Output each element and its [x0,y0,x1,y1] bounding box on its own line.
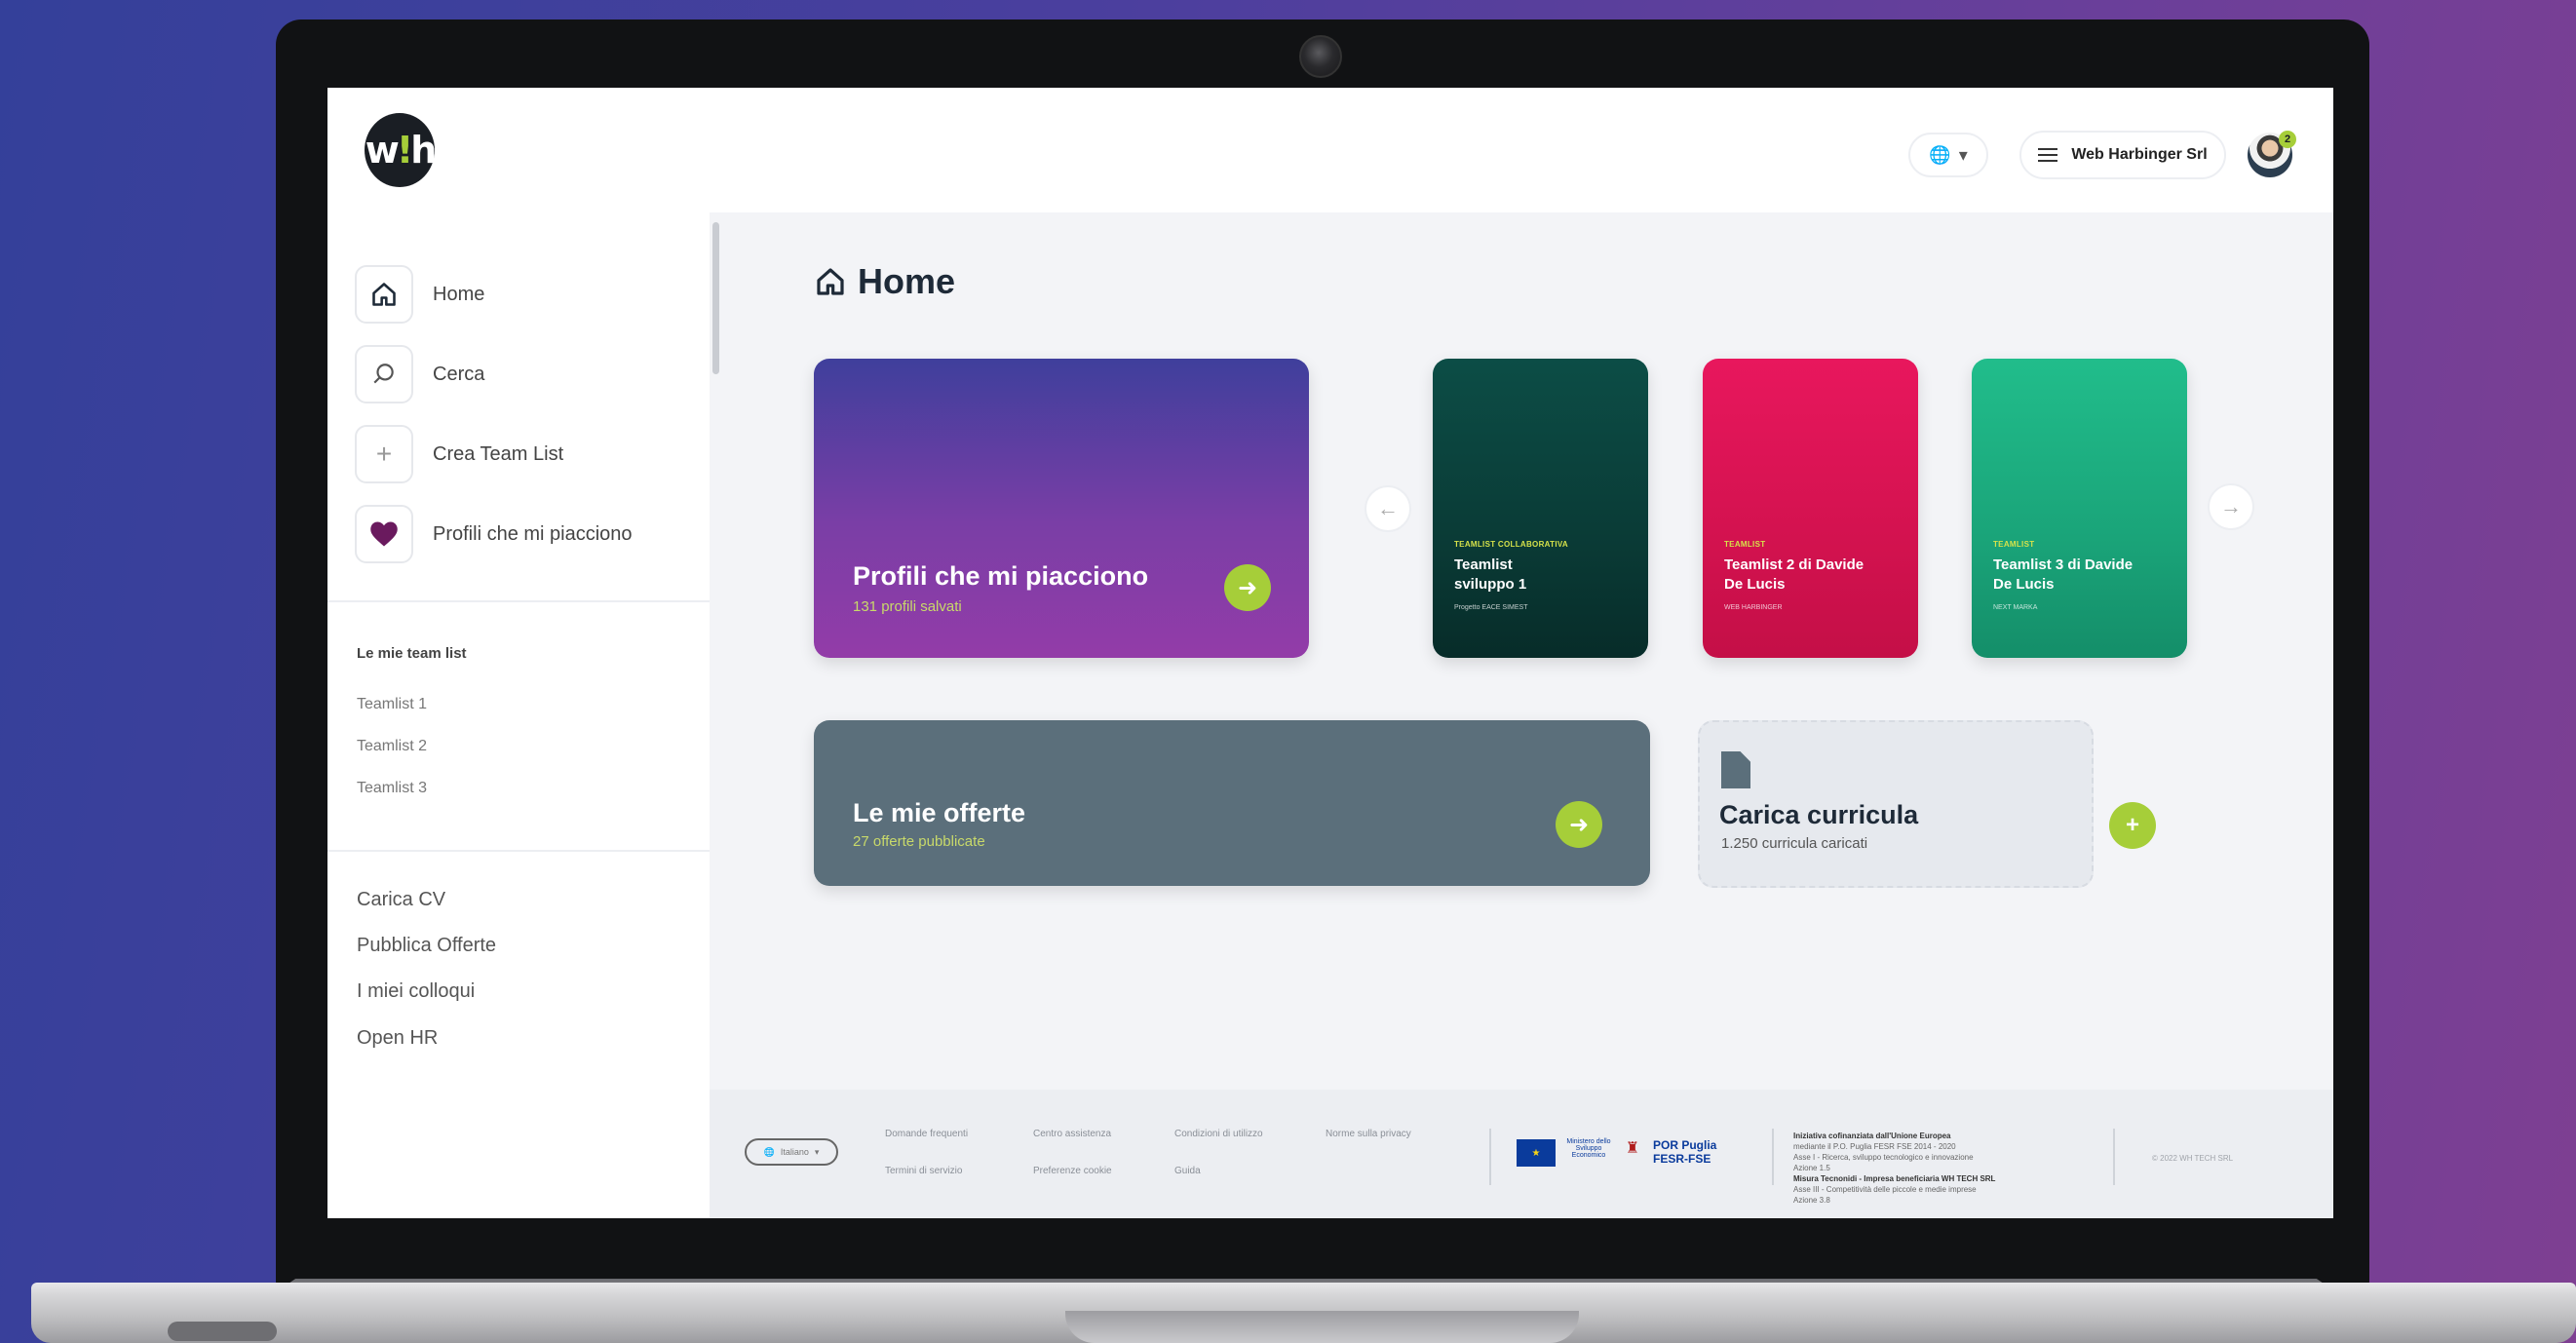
footer-divider [1489,1129,1491,1185]
footer-link-support[interactable]: Centro assistenza [1033,1129,1111,1139]
sidebar-link-upload-cv[interactable]: Carica CV [357,889,445,911]
sidebar-link-publish-offers[interactable]: Pubblica Offerte [357,935,496,957]
sidebar-item-search[interactable]: Cerca [355,345,484,403]
laptop-notch [1065,1311,1579,1343]
add-cv-button[interactable]: + [2109,802,2156,849]
footer-divider [2113,1129,2115,1185]
notification-badge: 2 [2279,131,2296,148]
teamlist-card[interactable]: TEAMLIST Teamlist 2 di Davide De Lucis W… [1703,359,1918,658]
eu-flag-logo: ★ [1517,1139,1556,1167]
funding-info: Iniziativa cofinanziata dall'Unione Euro… [1793,1131,2057,1206]
card-title: Profili che mi piacciono [853,561,1149,591]
funding-line: mediante il P.O. Puglia FESR FSE 2014 - … [1793,1142,1956,1151]
language-label: Italiano [780,1147,809,1157]
arrow-right-icon: → [2220,494,2242,518]
home-icon [817,268,844,295]
sidebar-item-home[interactable]: Home [355,265,484,324]
teamlist-meta: Progetto EACE SIMEST [1454,604,1528,611]
teamlist-category: TEAMLIST [1724,540,1766,549]
arrow-right-button[interactable]: ➜ [1556,801,1602,848]
menu-icon [2038,148,2058,162]
sidebar-item-label: Profili che mi piacciono [433,522,633,545]
funding-line: Misura Tecnonidi - Impresa beneficiaria … [1793,1174,1996,1183]
funding-line: Azione 1.5 [1793,1164,1830,1172]
chevron-down-icon: ▾ [1958,144,1968,165]
teamlist-card[interactable]: TEAMLIST Teamlist 3 di Davide De Lucis N… [1972,359,2187,658]
arrow-right-button[interactable]: ➜ [1224,564,1271,611]
liked-profiles-card[interactable]: Profili che mi piacciono 131 profili sal… [814,359,1309,658]
top-bar: w! h 🌐 ▾ Web Harbinger Srl 2 [327,88,2333,212]
sidebar-link-interviews[interactable]: I miei colloqui [357,980,475,1003]
company-name: Web Harbinger Srl [2071,146,2208,163]
footer-divider [1772,1129,1774,1185]
sidebar-scrollbar[interactable] [712,222,719,374]
teamlist-name: Teamlist 3 di Davide De Lucis [1993,556,2134,593]
funding-title: Iniziativa cofinanziata dall'Unione Euro… [1793,1132,1951,1140]
region-puglia-logo: ♜ [1625,1140,1640,1157]
card-subtitle: 1.250 curricula caricati [1721,835,1868,852]
footer-link-guide[interactable]: Guida [1174,1166,1201,1176]
funding-line: Azione 3.8 [1793,1196,1830,1205]
sidebar-item-create-teamlist[interactable]: + Crea Team List [355,425,563,483]
sidebar-item-liked-profiles[interactable]: Profili che mi piacciono [355,505,633,563]
teamlist-name: Teamlist sviluppo 1 [1454,556,1527,593]
card-subtitle: 27 offerte pubblicate [853,833,985,850]
sidebar-link-open-hr[interactable]: Open HR [357,1027,438,1050]
funding-logos: ★ Ministero dello Sviluppo Economico ♜ P… [1517,1138,1727,1168]
footer-link-terms-of-use[interactable]: Condizioni di utilizzo [1174,1129,1263,1139]
footer-link-privacy[interactable]: Norme sulla privacy [1326,1129,1411,1139]
sidebar-item-label: Cerca [433,363,485,385]
teamlist-meta: NEXT MARKA [1993,604,2038,611]
sidebar-divider [327,600,710,602]
teamlist-card[interactable]: TEAMLIST COLLABORATIVA Teamlist sviluppo… [1433,359,1648,658]
footer-link-terms-of-service[interactable]: Termini di servizio [885,1166,962,1176]
sidebar-teamlist-3[interactable]: Teamlist 3 [357,780,427,797]
sidebar-teamlist-1[interactable]: Teamlist 1 [357,696,427,713]
carousel-prev-button[interactable]: ← [1365,485,1411,532]
globe-icon: 🌐 [763,1146,775,1157]
carousel-next-button[interactable]: → [2208,483,2254,530]
plus-icon: + [355,425,413,483]
app-logo[interactable]: w! h [365,113,437,187]
funding-line: Asse III - Competitività delle piccole e… [1793,1185,1977,1194]
sidebar-item-label: Home [433,283,485,305]
teamlist-category: TEAMLIST [1993,540,2035,549]
copyright: © 2022 WH TECH SRL [2152,1154,2234,1163]
upload-cv-card[interactable]: Carica curricula 1.250 curricula caricat… [1698,720,2156,888]
teamlist-category: TEAMLIST COLLABORATIVA [1454,540,1568,549]
footer-link-faq[interactable]: Domande frequenti [885,1129,968,1139]
company-menu-button[interactable]: Web Harbinger Srl [2019,131,2226,179]
sidebar-divider [327,850,710,852]
heart-icon [355,505,413,563]
webcam [1299,35,1342,78]
home-icon [355,265,413,324]
por-puglia-logo: POR Puglia FESR-FSE [1653,1138,1717,1166]
teamlists-heading: Le mie team list [357,645,467,662]
card-title: Le mie offerte [853,798,1026,827]
sidebar-teamlist-2[interactable]: Teamlist 2 [357,738,427,755]
document-icon [1721,751,1750,788]
page-title-text: Home [858,261,956,301]
app-screen: w! h 🌐 ▾ Web Harbinger Srl 2 Home Cerca + [327,88,2333,1218]
card-title: Carica curricula [1719,800,1919,829]
teamlist-meta: WEB HARBINGER [1724,604,1783,611]
sidebar-item-label: Crea Team List [433,442,564,465]
page-title: Home [815,261,955,302]
globe-icon: 🌐 [1929,144,1951,165]
arrow-left-icon: ← [1377,496,1399,520]
ministry-logo: Ministero dello Sviluppo Economico [1566,1138,1611,1159]
card-subtitle: 131 profili salvati [853,598,962,615]
chevron-down-icon: ▾ [814,1146,820,1157]
funding-line: Asse I - Ricerca, sviluppo tecnologico e… [1793,1153,1974,1162]
laptop-foot [168,1322,277,1341]
search-icon [355,345,413,403]
language-button[interactable]: 🌐 ▾ [1908,133,1988,177]
sidebar: Home Cerca + Crea Team List Profili che … [327,212,710,1218]
footer-link-cookie-preferences[interactable]: Preferenze cookie [1033,1166,1112,1176]
teamlist-name: Teamlist 2 di Davide De Lucis [1724,556,1865,593]
footer-language-select[interactable]: 🌐 Italiano ▾ [745,1138,838,1166]
footer: 🌐 Italiano ▾ Domande frequenti Centro as… [710,1090,2333,1218]
my-offers-card[interactable]: Le mie offerte 27 offerte pubblicate ➜ [814,720,1650,886]
